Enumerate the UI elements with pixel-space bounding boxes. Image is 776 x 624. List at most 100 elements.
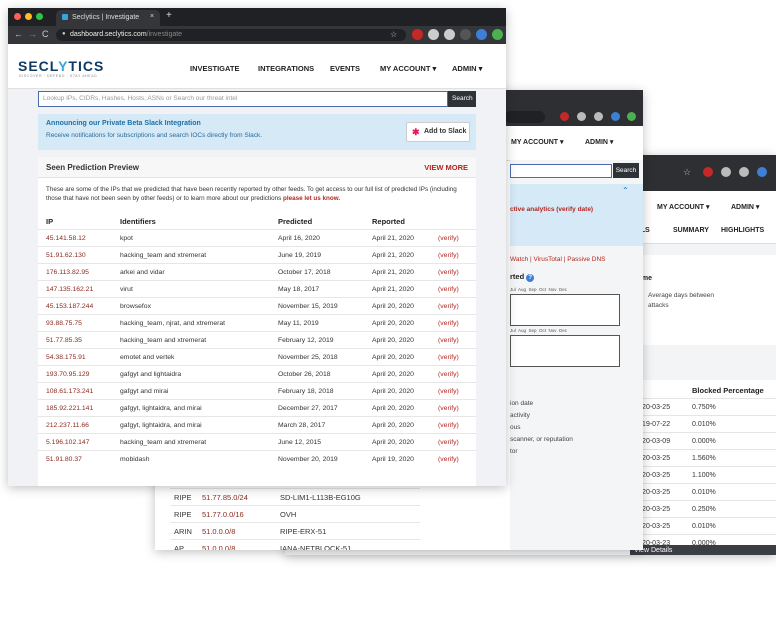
- nav-my-account[interactable]: MY ACCOUNT ▾: [380, 64, 436, 73]
- attack-time-panel: k Time Average days between attacks: [630, 255, 776, 345]
- verify-link[interactable]: (verify): [438, 235, 459, 242]
- extension-icon[interactable]: [444, 29, 455, 40]
- predicted-date: June 19, 2019: [278, 252, 322, 259]
- ip-link[interactable]: 93.88.75.75: [46, 320, 82, 327]
- table-row: RIPE 51.77.85.0/24 SD-LIM1-L113B-EG10G: [170, 488, 420, 505]
- search-input[interactable]: Lookup IPs, CIDRs, Hashes, Hosts, ASNs o…: [38, 91, 448, 107]
- verify-link[interactable]: (verify): [438, 405, 459, 412]
- browser-tab[interactable]: Seclytics | Investigate ×: [56, 10, 160, 26]
- close-tab-icon[interactable]: ×: [150, 13, 154, 20]
- cidr-link[interactable]: 51.77.85.0/24: [202, 493, 248, 502]
- ip-link[interactable]: 185.92.221.141: [46, 405, 93, 412]
- column-header-reported[interactable]: Reported: [372, 217, 405, 226]
- search-button[interactable]: Search: [448, 91, 476, 107]
- nav-my-account[interactable]: MY ACCOUNT ▾: [511, 138, 564, 146]
- new-tab-icon[interactable]: +: [166, 10, 172, 21]
- verify-link[interactable]: (verify): [438, 303, 459, 310]
- collapse-icon[interactable]: ⌃: [622, 186, 629, 195]
- star-icon[interactable]: ☆: [390, 30, 397, 39]
- column-header-predicted[interactable]: Predicted: [278, 217, 312, 226]
- close-window-icon[interactable]: [14, 13, 21, 20]
- ip-link[interactable]: 176.113.82.95: [46, 269, 89, 276]
- verify-link[interactable]: (verify): [438, 456, 459, 463]
- extension-icon[interactable]: [594, 112, 603, 121]
- verify-link[interactable]: (verify): [438, 337, 459, 344]
- nav-integrations[interactable]: INTEGRATIONS: [258, 64, 314, 73]
- table-row: 5.196.102.147 hacking_team and xtremerat J…: [38, 433, 476, 451]
- extension-icon[interactable]: [627, 112, 636, 121]
- legend-item: activity: [510, 412, 530, 419]
- rir-cell: ARIN: [174, 527, 192, 536]
- predicted-date: November 15, 2019: [278, 303, 338, 310]
- verify-link[interactable]: (verify): [438, 371, 459, 378]
- reported-date: April 20, 2020: [372, 388, 414, 395]
- predicted-date: March 28, 2017: [278, 422, 326, 429]
- verify-link[interactable]: (verify): [438, 286, 459, 293]
- minimize-window-icon[interactable]: [25, 13, 32, 20]
- column-header-identifiers[interactable]: Identifiers: [120, 217, 156, 226]
- extension-icon[interactable]: [560, 112, 569, 121]
- forward-arrow-icon[interactable]: →: [28, 29, 37, 39]
- identifiers-cell: hacking_team and xtremerat: [120, 337, 207, 344]
- reported-date: April 21, 2020: [372, 235, 414, 242]
- view-details-button[interactable]: View Details: [630, 545, 776, 555]
- nav-events[interactable]: EVENTS: [330, 64, 360, 73]
- address-bar[interactable]: [505, 111, 545, 123]
- ip-link[interactable]: 51.77.85.35: [46, 337, 82, 344]
- ip-link[interactable]: 45.153.187.244: [46, 303, 93, 310]
- tab-highlights[interactable]: HIGHLIGHTS: [721, 227, 764, 234]
- ip-link[interactable]: 147.135.162.21: [46, 286, 93, 293]
- address-bar[interactable]: ● dashboard.seclytics.com/investigate ☆: [56, 29, 406, 41]
- ip-link[interactable]: 51.91.80.37: [46, 456, 82, 463]
- verify-link[interactable]: (verify): [438, 269, 459, 276]
- back-arrow-icon[interactable]: ←: [14, 29, 23, 39]
- cidr-link[interactable]: 51.77.0.0/16: [202, 510, 244, 519]
- ip-link[interactable]: 51.91.62.130: [46, 252, 86, 259]
- verify-link[interactable]: (verify): [438, 252, 459, 259]
- extension-icon[interactable]: [721, 167, 731, 177]
- maximize-window-icon[interactable]: [36, 13, 43, 20]
- search-button[interactable]: Search: [613, 163, 639, 178]
- nav-admin[interactable]: ADMIN ▾: [452, 64, 482, 73]
- verify-link[interactable]: (verify): [438, 422, 459, 429]
- extension-icon[interactable]: [428, 29, 439, 40]
- profile-icon[interactable]: [611, 112, 620, 121]
- prediction-preview-card: Seen Prediction Preview VIEW MORE These …: [38, 157, 476, 486]
- view-more-link[interactable]: VIEW MORE: [424, 163, 468, 172]
- ip-link[interactable]: 212.237.11.66: [46, 422, 89, 429]
- extension-icon[interactable]: [577, 112, 586, 121]
- contact-link[interactable]: please let us know.: [283, 195, 340, 202]
- ip-link[interactable]: 54.38.175.91: [46, 354, 86, 361]
- cidr-link[interactable]: 51.0.0.0/8: [202, 544, 235, 550]
- extension-icon[interactable]: [460, 29, 471, 40]
- reload-icon[interactable]: C: [42, 29, 49, 39]
- search-input[interactable]: [510, 164, 612, 178]
- help-icon[interactable]: ?: [526, 274, 535, 282]
- profile-icon[interactable]: [757, 167, 767, 177]
- extension-icon[interactable]: [412, 29, 423, 40]
- ip-link[interactable]: 108.61.173.241: [46, 388, 93, 395]
- ip-link[interactable]: 45.141.58.12: [46, 235, 86, 242]
- verify-link[interactable]: (verify): [438, 320, 459, 327]
- nav-admin[interactable]: ADMIN ▾: [585, 138, 613, 146]
- extension-icon[interactable]: [703, 167, 713, 177]
- verify-link[interactable]: (verify): [438, 354, 459, 361]
- profile-icon[interactable]: [476, 29, 487, 40]
- external-links[interactable]: Watch | VirusTotal | Passive DNS: [510, 256, 606, 263]
- verify-link[interactable]: (verify): [438, 388, 459, 395]
- nav-my-account[interactable]: MY ACCOUNT ▾: [657, 203, 710, 211]
- ip-link[interactable]: 193.70.95.129: [46, 371, 89, 378]
- ip-link[interactable]: 5.196.102.147: [46, 439, 89, 446]
- column-header-ip[interactable]: IP: [46, 217, 53, 226]
- add-to-slack-button[interactable]: ✱ Add to Slack: [406, 122, 470, 142]
- cidr-link[interactable]: 51.0.0.0/8: [202, 527, 235, 536]
- nav-investigate[interactable]: INVESTIGATE: [190, 64, 239, 73]
- seclytics-logo[interactable]: SECLYTICS: [18, 58, 104, 74]
- nav-admin[interactable]: ADMIN ▾: [731, 203, 759, 211]
- tab-summary[interactable]: SUMMARY: [673, 227, 709, 234]
- verify-link[interactable]: (verify): [438, 439, 459, 446]
- star-icon[interactable]: ☆: [683, 167, 691, 178]
- predicted-date: June 12, 2015: [278, 439, 322, 446]
- extension-icon[interactable]: [492, 29, 503, 40]
- extension-icon[interactable]: [739, 167, 749, 177]
